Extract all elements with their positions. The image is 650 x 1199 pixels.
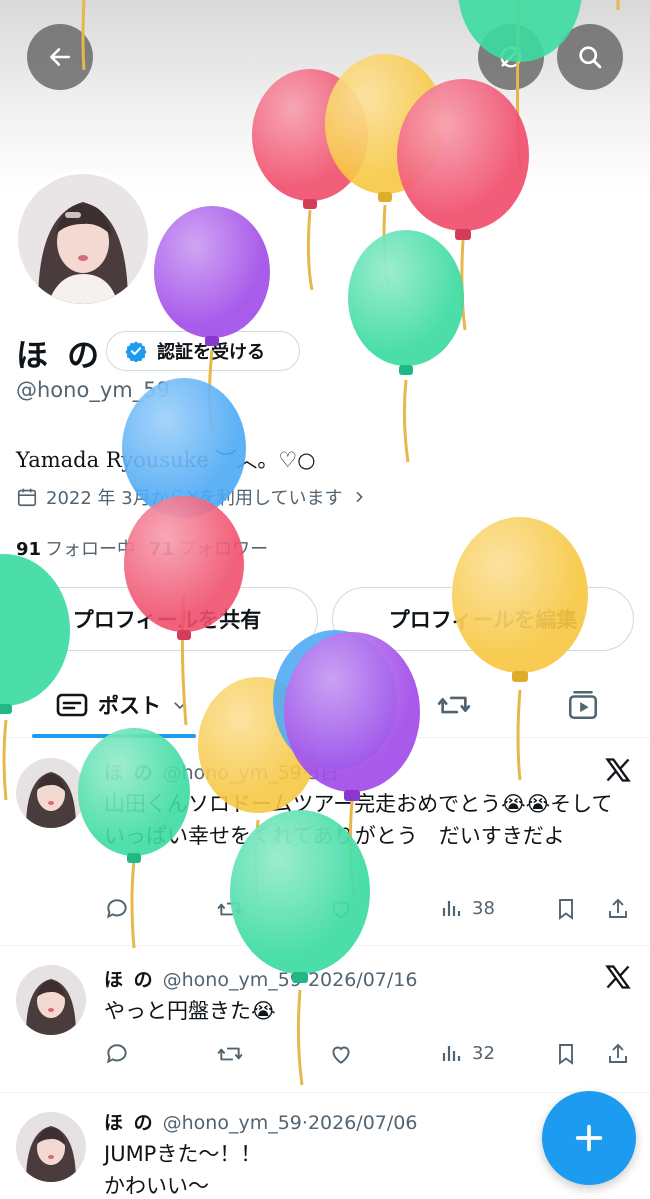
get-verified-label: 認証を受ける <box>157 342 265 363</box>
post-text-line: かわいい〜 <box>104 1174 209 1198</box>
chevron-right-icon <box>355 491 363 503</box>
edit-profile-label: プロフィールを編集 <box>388 608 578 632</box>
reply-button[interactable] <box>104 1041 130 1067</box>
post-date: 2026/07/06 <box>307 1112 418 1134</box>
followers-count: 71 <box>149 539 175 560</box>
edit-profile-button[interactable]: プロフィールを編集 <box>332 587 634 651</box>
share-profile-button[interactable]: プロフィールを共有 <box>16 587 318 651</box>
share-icon <box>609 898 627 918</box>
profile-tabs: ポスト <box>0 672 650 738</box>
post-author-name: ほ の <box>104 1112 155 1134</box>
following-link[interactable]: 91 フォロー中 <box>16 535 135 561</box>
share-profile-label: プロフィールを共有 <box>72 608 262 632</box>
calendar-icon <box>17 488 37 507</box>
compose-button[interactable] <box>542 1091 636 1185</box>
heart-icon <box>332 1046 350 1064</box>
follow-stats: 91 フォロー中 71 フォロワー <box>16 535 268 561</box>
post-avatar[interactable] <box>16 758 86 828</box>
joined-text: 2022 年 3月からXを利用しています <box>46 488 343 509</box>
reply-button[interactable] <box>104 896 130 922</box>
display-name: ほ の <box>16 336 104 374</box>
views-count: 38 <box>472 897 495 919</box>
slash-circle-icon <box>500 46 522 68</box>
views-count: 32 <box>472 1042 495 1064</box>
followers-label: フォロワー <box>178 539 269 560</box>
balloon <box>154 206 270 431</box>
repost-icon <box>217 1047 243 1061</box>
reply-icon <box>106 1044 127 1064</box>
post-date: 3日 <box>307 762 340 784</box>
like-button[interactable] <box>328 1041 354 1067</box>
bookmark-button[interactable] <box>554 896 578 922</box>
plus-icon <box>575 1124 603 1152</box>
joined-date[interactable]: 2022 年 3月からXを利用しています <box>16 484 367 510</box>
profile-bio: Yamada Ryousuke ︶︿。♡○ <box>16 448 316 472</box>
views-icon <box>442 1046 461 1061</box>
views-icon <box>442 901 461 916</box>
x-logo-icon <box>605 965 631 989</box>
repost-button[interactable] <box>216 1041 244 1067</box>
post-handle: @hono_ym_59 <box>162 969 302 991</box>
post-author-name: ほ の <box>104 969 155 991</box>
post-date: 2026/07/16 <box>307 969 418 991</box>
tab-likes[interactable] <box>302 672 336 738</box>
back-button[interactable] <box>27 24 93 90</box>
views-button[interactable]: 32 <box>440 1041 495 1065</box>
verified-badge-icon <box>125 341 147 362</box>
post-handle: @hono_ym_59 <box>162 1112 302 1134</box>
post-meta: ほ の @hono_ym_59·2026/07/06 <box>104 1108 417 1135</box>
repost-icon <box>217 902 243 916</box>
post-meta: ほ の @hono_ym_59·3日 <box>104 758 339 785</box>
bookmark-icon <box>559 1044 573 1065</box>
post-author-name: ほ の <box>104 762 155 784</box>
profile-banner <box>0 0 650 190</box>
repost-icon <box>437 696 471 714</box>
x-logo-icon <box>605 758 631 782</box>
tab-reposts[interactable] <box>436 672 472 738</box>
post-avatar[interactable] <box>16 1112 86 1182</box>
bookmark-icon <box>559 899 573 920</box>
like-button[interactable] <box>328 896 354 922</box>
post-item[interactable]: ほ の @hono_ym_59·2026/07/16 やっと円盤きた😭 32 <box>0 947 650 1093</box>
post-meta: ほ の @hono_ym_59·2026/07/16 <box>104 965 417 992</box>
posts-icon <box>56 693 88 717</box>
repost-button[interactable] <box>216 896 244 922</box>
heart-icon <box>307 695 331 718</box>
grok-button[interactable] <box>478 24 544 90</box>
views-button[interactable]: 38 <box>440 896 495 920</box>
search-button[interactable] <box>557 24 623 90</box>
post-item[interactable]: ほ の @hono_ym_59·3日 山田くんソロドームツアー完走おめでとう😭😭そ… <box>0 740 650 946</box>
search-icon <box>579 46 602 69</box>
balloon <box>348 230 464 463</box>
reply-icon <box>106 899 127 919</box>
post-avatar[interactable] <box>16 965 86 1035</box>
tab-media[interactable] <box>566 672 600 738</box>
get-verified-button[interactable]: 認証を受ける <box>106 331 300 371</box>
post-actions: 38 <box>104 896 634 926</box>
share-button[interactable] <box>606 896 630 922</box>
tab-posts[interactable]: ポスト <box>56 672 189 738</box>
profile-handle: @hono_ym_59 <box>16 378 170 402</box>
post-text: やっと円盤きた😭 <box>104 999 276 1023</box>
post-handle: @hono_ym_59 <box>162 762 302 784</box>
share-button[interactable] <box>606 1041 630 1067</box>
followers-link[interactable]: 71 フォロワー <box>149 535 268 561</box>
post-text: 山田くんソロドームツアー完走おめでとう😭😭そしていっぱい幸せをくれてありがとう … <box>104 792 613 848</box>
share-icon <box>609 1043 627 1063</box>
bookmark-button[interactable] <box>554 1041 578 1067</box>
tab-posts-label: ポスト <box>98 694 161 718</box>
post-actions: 32 <box>104 1041 634 1071</box>
following-label: フォロー中 <box>45 539 136 560</box>
media-icon <box>568 690 598 720</box>
chevron-down-icon[interactable] <box>171 696 189 714</box>
profile-avatar[interactable] <box>14 170 152 308</box>
tab-active-indicator <box>32 734 196 738</box>
heart-icon <box>332 901 350 919</box>
following-count: 91 <box>16 539 42 560</box>
arrow-left-icon <box>50 48 70 66</box>
